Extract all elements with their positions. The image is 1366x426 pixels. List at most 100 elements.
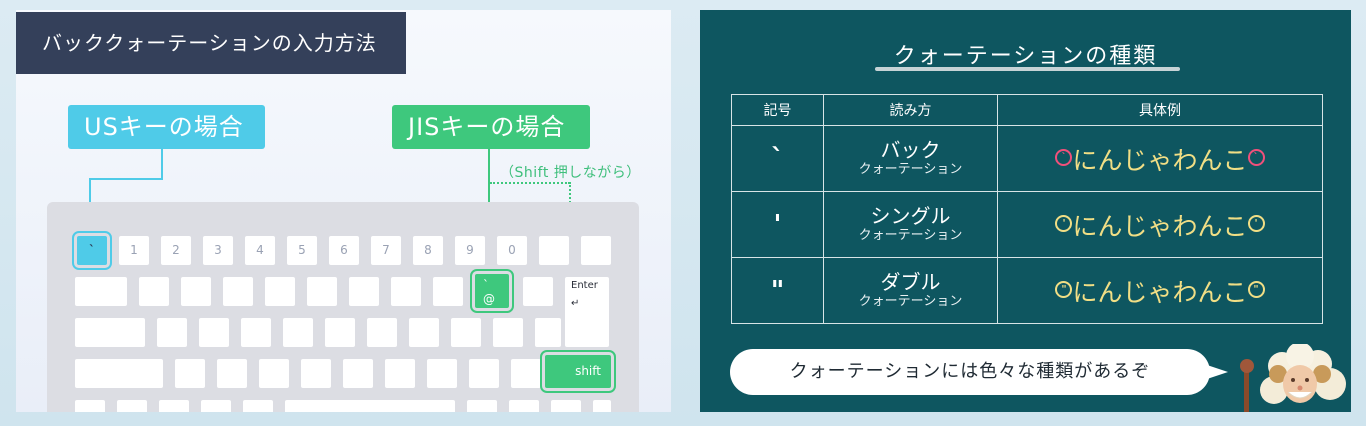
keyboard-key: 3 <box>203 236 233 265</box>
reading-cell: シングル クォーテーション <box>823 191 998 258</box>
quotation-types-table: 記号 読み方 具体例 ` バック クォーテーション ` にんじゃわんこ ` ' シン… <box>731 94 1323 324</box>
backquote-symbol: ` <box>771 143 784 174</box>
keyboard-key <box>181 277 211 306</box>
reading-main: ダブル <box>880 269 941 294</box>
keyboard-key: 2 <box>161 236 191 265</box>
reading-cell: バック クォーテーション <box>823 125 998 192</box>
backquote-badge-icon: ` <box>1055 148 1073 166</box>
keyboard-key <box>283 318 313 347</box>
at-key: ` @ <box>470 269 514 313</box>
keyboard-key <box>509 400 539 412</box>
keyboard-key <box>581 236 611 265</box>
backquote-badge-icon: ` <box>1247 148 1265 166</box>
table-header-row: 記号 読み方 具体例 <box>731 94 1323 126</box>
double-quote-badge-icon: " <box>1055 280 1073 298</box>
double-quote-symbol: " <box>770 275 785 306</box>
reading-sub: クォーテーション <box>858 227 963 243</box>
keyboard-key <box>433 277 463 306</box>
keyboard-key: 5 <box>287 236 317 265</box>
keyboard-key <box>223 277 253 306</box>
keyboard-key: 7 <box>371 236 401 265</box>
single-quote-badge-icon: ' <box>1055 214 1073 232</box>
reading-sub: クォーテーション <box>858 293 963 309</box>
keyboard-key <box>467 400 497 412</box>
table-row: ` バック クォーテーション ` にんじゃわんこ ` <box>731 125 1323 192</box>
speech-bubble: クォーテーションには色々な種類があるぞ <box>730 349 1210 395</box>
panel-title: バッククォーテーションの入力方法 <box>16 12 406 74</box>
example-text: にんじゃわんこ <box>1072 277 1248 307</box>
keyboard-key <box>469 359 499 388</box>
keyboard-key <box>159 400 189 412</box>
keyboard-illustration: ` 1 2 3 4 5 6 7 8 9 0 ` @ Enter ↵ shift <box>47 202 639 412</box>
keyboard-key <box>511 359 541 388</box>
speech-bubble-tail <box>1198 362 1228 382</box>
keyboard-key <box>241 318 271 347</box>
at-key-top-glyph: ` <box>483 278 489 292</box>
keyboard-key <box>451 318 481 347</box>
keyboard-key <box>391 277 421 306</box>
keyboard-key <box>217 359 247 388</box>
keyboard-key: 8 <box>413 236 443 265</box>
keyboard-key <box>593 400 611 412</box>
header-symbol: 記号 <box>731 94 824 126</box>
single-quote-symbol: ' <box>773 209 782 240</box>
shift-note: （Shift 押しながら） <box>500 165 641 181</box>
keyboard-key: 6 <box>329 236 359 265</box>
example-text: にんじゃわんこ <box>1072 145 1248 175</box>
keyboard-key: 4 <box>245 236 275 265</box>
keyboard-key <box>265 277 295 306</box>
backquote-key: ` <box>72 231 112 270</box>
keyboard-key <box>409 318 439 347</box>
keyboard-key <box>75 277 127 306</box>
keyboard-key <box>199 318 229 347</box>
reading-main: シングル <box>870 203 951 228</box>
example-cell: ' にんじゃわんこ ' <box>997 191 1323 258</box>
keyboard-key <box>75 400 105 412</box>
jis-key-tag: JISキーの場合 <box>392 105 590 149</box>
keyboard-key <box>535 318 561 347</box>
keyboard-key <box>325 318 355 347</box>
keyboard-key <box>259 359 289 388</box>
keyboard-key <box>75 359 163 388</box>
keyboard-key <box>349 277 379 306</box>
enter-key: Enter ↵ <box>565 277 609 347</box>
reading-sub: クォーテーション <box>858 161 963 177</box>
keyboard-key <box>343 359 373 388</box>
symbol-cell: " <box>731 257 824 324</box>
us-key-tag: USキーの場合 <box>68 105 265 149</box>
table-row: ' シングル クォーテーション ' にんじゃわんこ ' <box>731 191 1323 258</box>
backquote-input-panel: バッククォーテーションの入力方法 USキーの場合 JISキーの場合 （Shift… <box>16 10 671 412</box>
us-connector-line <box>89 178 163 180</box>
keyboard-key <box>307 277 337 306</box>
space-key <box>285 400 455 412</box>
symbol-cell: ' <box>731 191 824 258</box>
header-example: 具体例 <box>997 94 1323 126</box>
keyboard-key <box>139 277 169 306</box>
header-reading: 読み方 <box>823 94 998 126</box>
example-text: にんじゃわんこ <box>1072 211 1248 241</box>
reading-cell: ダブル クォーテーション <box>823 257 998 324</box>
sheep-mascot-icon <box>1240 344 1346 412</box>
example-cell: ` にんじゃわんこ ` <box>997 125 1323 192</box>
keyboard-key <box>539 236 569 265</box>
keyboard-key <box>493 318 523 347</box>
table-row: " ダブル クォーテーション " にんじゃわんこ " <box>731 257 1323 324</box>
keyboard-key <box>243 400 273 412</box>
us-connector-line <box>161 149 163 179</box>
quotation-types-panel: クォーテーションの種類 記号 読み方 具体例 ` バック クォーテーション ` に… <box>700 10 1351 412</box>
keyboard-key <box>201 400 231 412</box>
keyboard-key <box>157 318 187 347</box>
keyboard-key: 9 <box>455 236 485 265</box>
keyboard-key <box>75 318 145 347</box>
keyboard-key <box>523 277 553 306</box>
example-cell: " にんじゃわんこ " <box>997 257 1323 324</box>
title-underline <box>875 67 1180 71</box>
keyboard-key <box>427 359 457 388</box>
symbol-cell: ` <box>731 125 824 192</box>
panel-title: クォーテーションの種類 <box>893 44 1158 69</box>
at-key-bottom-glyph: @ <box>483 292 495 306</box>
keyboard-key <box>385 359 415 388</box>
shift-key: shift <box>540 350 616 393</box>
keyboard-key <box>301 359 331 388</box>
keyboard-key <box>551 400 581 412</box>
